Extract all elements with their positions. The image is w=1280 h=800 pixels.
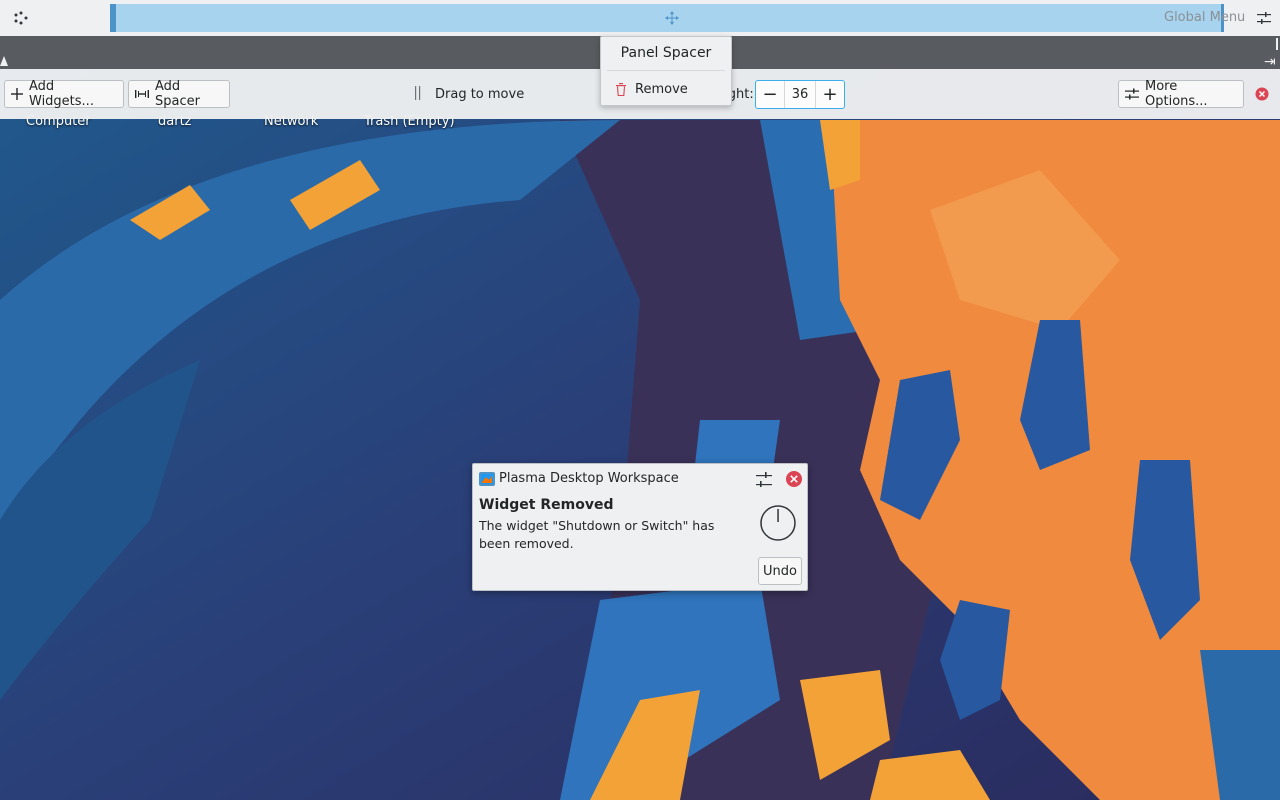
spacer-context-menu: Panel Spacer Remove — [600, 36, 732, 106]
add-widgets-button[interactable]: Add Widgets... — [4, 79, 124, 109]
top-panel: Global Menu — [0, 0, 1280, 36]
remove-label: Remove — [635, 81, 688, 97]
undo-button[interactable]: Undo — [758, 557, 802, 585]
decrease-height-button[interactable]: − — [756, 81, 784, 108]
remove-menu-item[interactable]: Remove — [607, 77, 725, 101]
move-icon — [665, 11, 679, 25]
panel-handle-icon[interactable] — [8, 6, 34, 30]
spacer-icon — [135, 90, 149, 98]
ruler-right-arrow-icon[interactable]: ⇥ — [1264, 54, 1276, 70]
panel-settings-icon[interactable] — [1256, 10, 1272, 26]
notification-title: Widget Removed — [479, 497, 614, 513]
notification-popup: Plasma Desktop Workspace Widget Removed … — [472, 463, 808, 591]
ruler-left-slider[interactable] — [0, 56, 8, 66]
drag-to-move-label[interactable]: Drag to move — [435, 87, 524, 102]
context-menu-separator — [607, 70, 725, 71]
notification-close-icon[interactable] — [785, 470, 803, 488]
power-icon — [760, 505, 796, 541]
panel-spacer-widget[interactable] — [110, 4, 1224, 32]
notification-app-name: Plasma Desktop Workspace — [499, 471, 679, 486]
plus-icon — [11, 88, 23, 100]
plasma-app-icon — [479, 472, 495, 486]
add-widgets-label: Add Widgets... — [29, 79, 94, 109]
close-config-icon[interactable] — [1255, 87, 1269, 101]
trash-icon — [616, 82, 626, 96]
notification-settings-icon[interactable] — [754, 470, 774, 490]
drag-grip-icon[interactable] — [414, 86, 424, 100]
global-menu-label[interactable]: Global Menu — [1164, 10, 1245, 25]
context-menu-title: Panel Spacer — [620, 45, 712, 61]
notification-body: The widget "Shutdown or Switch" has been… — [479, 518, 715, 551]
add-spacer-label: Add Spacer — [155, 79, 200, 109]
increase-height-button[interactable]: + — [816, 81, 844, 108]
add-spacer-button[interactable]: Add Spacer — [128, 79, 230, 109]
panel-height-value[interactable]: 36 — [784, 81, 816, 108]
settings-sliders-icon — [1125, 88, 1139, 100]
desktop-wallpaper — [0, 0, 1280, 800]
panel-height-stepper[interactable]: − 36 + — [755, 80, 845, 109]
ruler-right-tick[interactable] — [1276, 38, 1278, 50]
more-options-button[interactable]: More Options... — [1118, 79, 1244, 109]
more-options-label: More Options... — [1145, 79, 1208, 109]
